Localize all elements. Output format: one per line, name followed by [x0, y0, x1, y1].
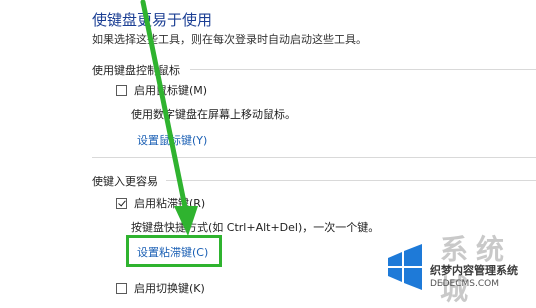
watermark-text-line1: 织梦内容管理系统 [430, 264, 518, 277]
watermark-text-line2: DEDECMS.COM [430, 279, 499, 289]
